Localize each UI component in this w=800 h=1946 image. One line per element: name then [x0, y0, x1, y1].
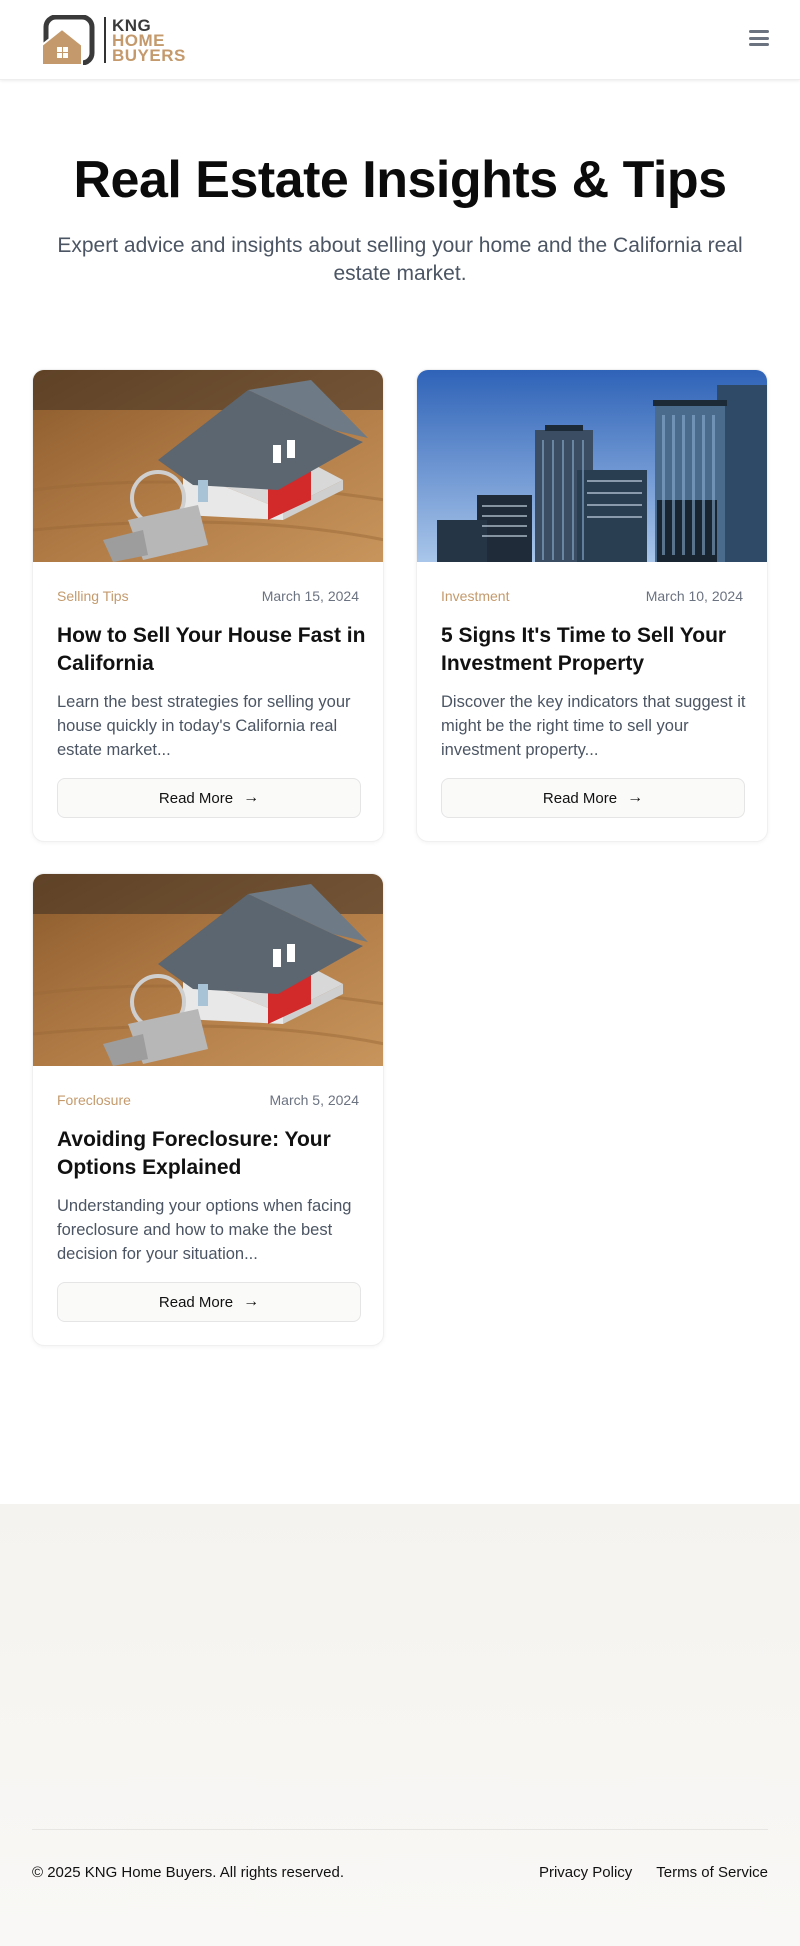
read-more-button[interactable]: Read More →	[57, 1282, 361, 1322]
menu-bar	[749, 30, 769, 33]
read-more-label: Read More	[542, 789, 618, 807]
post-excerpt: Discover the key indicators that suggest…	[441, 693, 746, 759]
logo-text-buyers: BUYERS	[112, 45, 186, 65]
copyright-text: © 2025 KNG Home Buyers. All rights reser…	[32, 1864, 345, 1881]
post-title[interactable]: 5 Signs It's Time to Sell Your Investmen…	[441, 622, 751, 678]
logo-text: KNG HOME BUYERS	[112, 17, 186, 65]
post-category[interactable]: Investment	[441, 588, 509, 604]
read-more-button[interactable]: Read More →	[441, 778, 745, 818]
post-title[interactable]: Avoiding Foreclosure: Your Options Expla…	[57, 1126, 367, 1182]
menu-bar	[749, 36, 769, 40]
footer-divider	[32, 1829, 768, 1830]
post-date: March 15, 2024	[261, 588, 359, 604]
post-category[interactable]: Selling Tips	[57, 588, 129, 604]
page-subtitle: Expert advice and insights about selling…	[57, 234, 743, 285]
read-more-label: Read More	[158, 789, 234, 807]
post-date: March 5, 2024	[269, 1092, 360, 1108]
city-skyscrapers-image[interactable]	[417, 370, 767, 562]
house-logo-icon	[40, 14, 96, 66]
blog-card: Selling Tips March 15, 2024 How to Sell …	[32, 369, 384, 842]
read-more-label: Read More	[158, 1293, 234, 1311]
site-header: KNG HOME BUYERS	[0, 0, 800, 80]
house-model-image[interactable]	[33, 370, 383, 562]
house-model-image[interactable]	[33, 874, 383, 1066]
page-title: Real Estate Insights & Tips	[73, 151, 727, 209]
arrow-right-icon: →	[243, 1293, 260, 1310]
menu-bar	[749, 43, 769, 46]
post-excerpt: Understanding your options when facing f…	[57, 1197, 352, 1263]
arrow-right-icon: →	[627, 789, 644, 806]
footer-links: Privacy Policy Terms of Service	[539, 1864, 768, 1881]
hamburger-menu-icon[interactable]	[748, 27, 770, 49]
privacy-policy-link[interactable]: Privacy Policy	[539, 1864, 632, 1881]
logo[interactable]: KNG HOME BUYERS	[40, 14, 190, 66]
logo-divider	[104, 17, 106, 63]
post-category[interactable]: Foreclosure	[57, 1092, 131, 1108]
post-title[interactable]: How to Sell Your House Fast in Californi…	[57, 622, 367, 678]
site-footer: © 2025 KNG Home Buyers. All rights reser…	[0, 1504, 800, 1946]
post-excerpt: Learn the best strategies for selling yo…	[57, 693, 351, 759]
blog-card: Investment March 10, 2024 5 Signs It's T…	[416, 369, 768, 842]
arrow-right-icon: →	[243, 789, 260, 806]
terms-of-service-link[interactable]: Terms of Service	[656, 1864, 768, 1881]
blog-card: Foreclosure March 5, 2024 Avoiding Forec…	[32, 873, 384, 1346]
read-more-button[interactable]: Read More →	[57, 778, 361, 818]
post-date: March 10, 2024	[645, 588, 743, 604]
